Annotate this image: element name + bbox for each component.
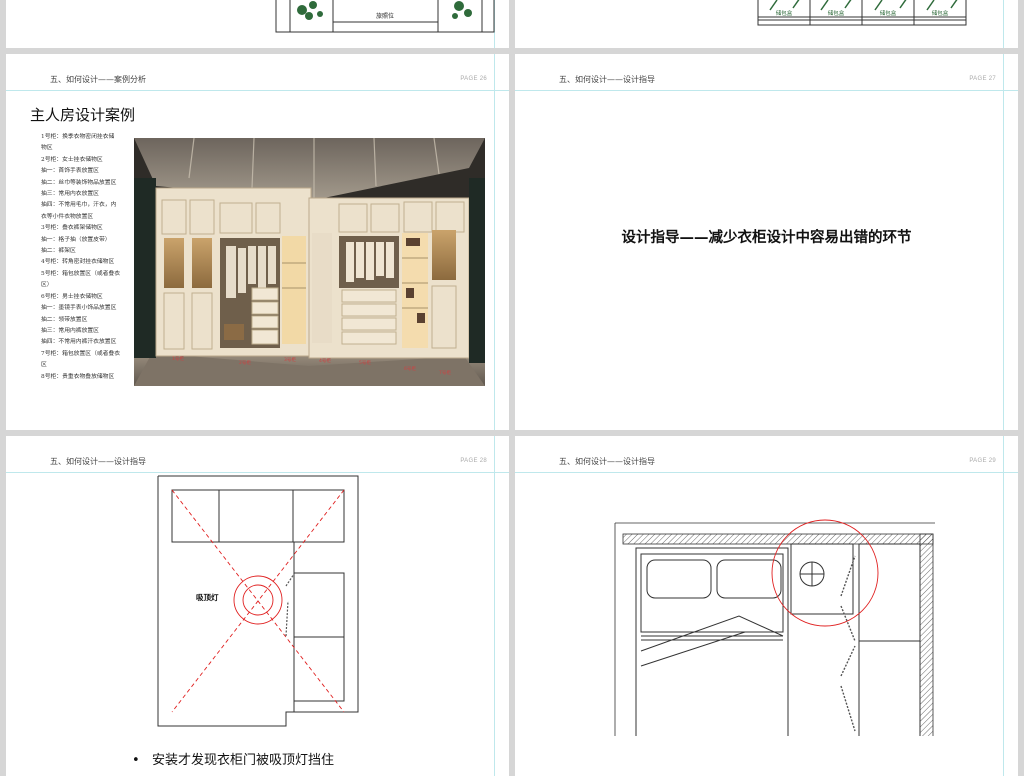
cabinet-number: 3号柜 <box>284 356 296 363</box>
bullet-icon: • <box>132 753 140 768</box>
note-line: 抽四：不常用毛巾，汗衣，内 <box>41 202 117 209</box>
wall <box>919 533 934 736</box>
bedroom-plan-drawing <box>614 519 935 736</box>
cabinet-notes-list: 1号柜：换季衣物密闭挂衣储 物区 2号柜：女士挂衣储物区 抽一：首饰手表放置区 … <box>41 132 133 383</box>
slide-25-partial-left[interactable]: 旅照位 <box>6 0 509 48</box>
guide-line <box>6 90 509 91</box>
slide-title: 主人房设计案例 <box>30 106 136 124</box>
decor-icon <box>769 0 958 11</box>
bed-icon <box>635 547 789 736</box>
slide-28[interactable]: 五、如何设计——设计指导 PAGE 28 吸顶灯 • 安装才发现衣柜门被吸顶灯挡住 <box>6 436 509 776</box>
closet-plan-drawing: 吸顶灯 <box>157 475 359 727</box>
cabinet-number: 1号柜 <box>172 355 184 362</box>
page-number: PAGE 26 <box>460 76 487 82</box>
note-line: 7号柜：箱包放置区（或者叠衣 <box>41 350 121 357</box>
slide-29[interactable]: 五、如何设计——设计指导 PAGE 29 <box>515 436 1018 776</box>
cabinet-number: 7号柜 <box>439 369 451 376</box>
cabinet-number: 6号柜 <box>404 365 416 372</box>
note-line: 区 <box>41 362 47 369</box>
note-line: 抽一：首饰手表放置区 <box>41 168 99 175</box>
note-line: 8号柜：贵重衣物叠放储物区 <box>41 373 115 380</box>
note-line: 4号柜：转角密封挂衣储物区 <box>41 259 115 266</box>
slide-title: 设计指导——减少衣柜设计中容易出错的环节 <box>621 230 912 246</box>
cabinet-number: 2号柜 <box>239 359 251 366</box>
note-line: 6号柜：男士挂衣储物区 <box>41 293 103 300</box>
box-label: 储包盒 <box>828 9 845 17</box>
slide-header: 五、如何设计——设计指导 <box>559 75 655 84</box>
cabinet-elevation-drawing: 旅照位 <box>275 0 495 33</box>
note-line: 抽一：格子抽（放置皮带） <box>41 236 111 243</box>
slide-26[interactable]: 五、如何设计——案例分析 PAGE 26 主人房设计案例 1号柜：换季衣物密闭挂… <box>6 54 509 430</box>
cabinet-number: 4号柜 <box>319 357 331 364</box>
bullet-text: 安装才发现衣柜门被吸顶灯挡住 <box>152 753 335 768</box>
note-line: 3号柜：叠衣裤架储物区 <box>41 225 103 232</box>
box-label: 储包盒 <box>776 9 793 17</box>
note-line: 抽一：墨镜手表小饰品放置区 <box>41 305 117 312</box>
note-line: 物区 <box>41 145 53 152</box>
note-line: 5号柜：箱包放置区（或者叠衣 <box>41 270 121 277</box>
note-line: 抽三：常用内衣放置区 <box>41 191 99 198</box>
note-line: 2号柜：女士挂衣储物区 <box>41 156 103 163</box>
ceiling-lamp-icon <box>233 575 283 625</box>
note-line: 抽三：常用内裤放置区 <box>41 327 99 334</box>
note-line: 区） <box>41 282 53 289</box>
walk-in-closet-render: 1号柜 2号柜 3号柜 4号柜 5号柜 6号柜 7号柜 <box>134 138 485 386</box>
note-line: 抽四：不常用内裤汗衣放置区 <box>41 339 117 346</box>
note-line: 衣等小件衣物放置区 <box>41 213 94 220</box>
note-line: 1号柜：换季衣物密闭挂衣储 <box>41 134 115 140</box>
note-line: 抽二：裤架区 <box>41 248 76 255</box>
note-line: 抽二：丝巾等装饰物品放置区 <box>41 179 117 186</box>
box-label: 储包盒 <box>932 9 949 17</box>
cabinet-label: 旅照位 <box>376 12 394 20</box>
bullet-item: • 安装才发现衣柜门被吸顶灯挡住 <box>132 749 334 768</box>
slide-27[interactable]: 五、如何设计——设计指导 PAGE 27 设计指导——减少衣柜设计中容易出错的环… <box>515 54 1018 430</box>
guide-line <box>515 90 1018 91</box>
wall <box>622 533 934 545</box>
guide-line <box>494 54 495 430</box>
wardrobe <box>790 543 921 736</box>
slide-header: 五、如何设计——案例分析 <box>50 75 146 84</box>
note-line: 抽二：领带放置区 <box>41 316 88 323</box>
box-label: 储包盒 <box>880 9 897 17</box>
cabinet-elevation-drawing: 储包盒 储包盒 储包盒 储包盒 <box>757 0 967 26</box>
cabinet-number: 5号柜 <box>359 359 371 366</box>
slide-25-partial-right[interactable]: 储包盒 储包盒 储包盒 储包盒 <box>515 0 1018 48</box>
lamp-label: 吸顶灯 <box>196 592 219 602</box>
page-number: PAGE 27 <box>969 76 996 82</box>
